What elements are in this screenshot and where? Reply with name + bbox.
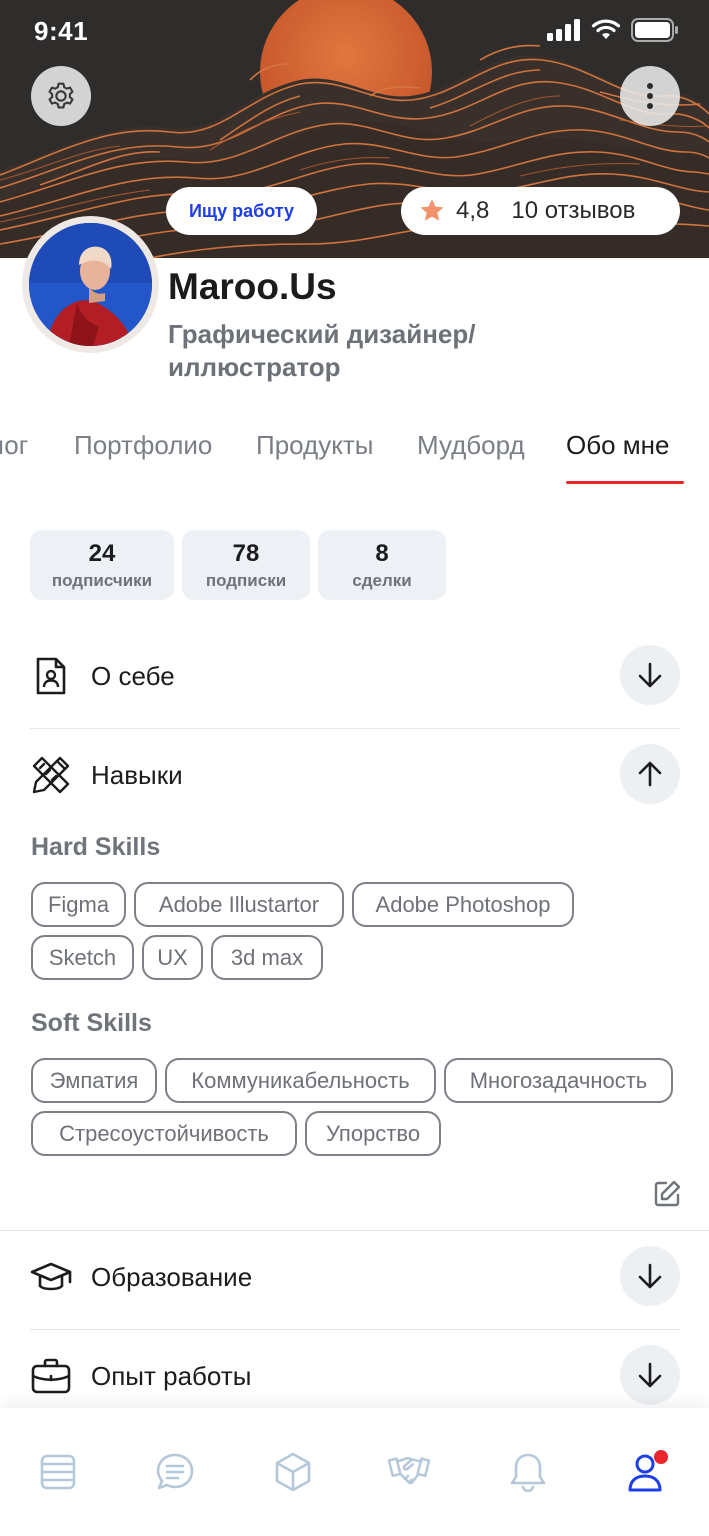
status-time: 9:41 [34, 16, 89, 46]
rating-value: 4,8 [456, 197, 490, 224]
nav-notifications[interactable] [506, 1450, 550, 1494]
arrow-down-icon [638, 1263, 662, 1289]
graduation-cap-icon [30, 1262, 72, 1291]
arrow-down-icon [638, 1362, 662, 1388]
expand-button[interactable] [620, 1246, 680, 1306]
profile-name: Maroo.Us [168, 266, 337, 307]
skill-chip[interactable]: Adobe Illustartor [134, 882, 344, 927]
profile-document-icon [36, 657, 66, 695]
skill-chip[interactable]: UX [142, 935, 203, 980]
gear-icon [48, 82, 74, 109]
chat-icon [156, 1453, 194, 1490]
expand-button[interactable] [620, 645, 680, 705]
arrow-up-icon [638, 761, 662, 787]
stat-label: подписки [205, 571, 287, 590]
section-title: О себе [91, 661, 175, 691]
job-status-badge[interactable]: Ищу работу [166, 187, 317, 235]
arrow-down-icon [638, 662, 662, 688]
cellular-signal-icon [547, 19, 580, 41]
skill-chip[interactable]: 3d max [211, 935, 323, 980]
soft-skills-title: Soft Skills [31, 1009, 152, 1037]
status-icons [547, 18, 679, 42]
vertical-dots-icon [647, 83, 653, 109]
stat-label: подписчики [51, 571, 153, 590]
skill-chip[interactable]: Упорство [305, 1111, 441, 1156]
section-about[interactable]: О себе [30, 645, 680, 707]
collapse-button[interactable] [620, 744, 680, 804]
active-tab-indicator [566, 481, 684, 484]
star-icon [420, 199, 444, 221]
pencil-ruler-icon [32, 756, 70, 794]
rating-pill[interactable]: 4,8 10 отзывов [401, 187, 680, 235]
edit-icon[interactable] [652, 1179, 682, 1209]
cube-icon [275, 1452, 311, 1492]
stat-followers[interactable]: 24 подписчики [30, 530, 174, 600]
skill-chip[interactable]: Figma [31, 882, 126, 927]
settings-button[interactable] [31, 66, 91, 126]
section-title: Навыки [91, 760, 183, 790]
section-title: Образование [91, 1262, 253, 1292]
skill-chip[interactable]: Коммуникабельность [165, 1058, 436, 1103]
skill-chip[interactable]: Sketch [31, 935, 134, 980]
tab-about[interactable]: Обо мне [566, 430, 670, 461]
bottom-navigation [0, 1408, 709, 1536]
stat-following[interactable]: 78 подписки [182, 530, 310, 600]
skill-chip[interactable]: Эмпатия [31, 1058, 157, 1103]
section-title: Опыт работы [91, 1361, 252, 1391]
profile-tabs: Блог Портфолио Продукты Мудборд Обо мне [0, 430, 709, 486]
briefcase-icon [31, 1358, 71, 1394]
skill-chip[interactable]: Многозадачность [444, 1058, 673, 1103]
section-skills[interactable]: Навыки [30, 744, 680, 806]
handshake-icon [387, 1456, 431, 1485]
section-experience[interactable]: Опыт работы [30, 1345, 680, 1407]
nav-feed[interactable] [36, 1450, 80, 1494]
wifi-icon [591, 19, 621, 39]
skill-chip[interactable]: Adobe Photoshop [352, 882, 574, 927]
expand-button[interactable] [620, 1345, 680, 1405]
battery-icon [631, 18, 678, 42]
more-options-button[interactable] [620, 66, 680, 126]
skill-chip[interactable]: Стресоустойчивость [31, 1111, 297, 1156]
bell-icon [510, 1453, 546, 1493]
stat-value: 24 [88, 540, 116, 567]
section-education[interactable]: Образование [30, 1246, 680, 1308]
avatar-photo [29, 223, 152, 346]
nav-products[interactable] [271, 1450, 315, 1494]
tab-products[interactable]: Продукты [256, 430, 373, 461]
tab-moodboard[interactable]: Мудборд [417, 430, 525, 461]
section-divider [30, 1329, 680, 1330]
notification-badge [654, 1450, 668, 1464]
hard-skills-title: Hard Skills [31, 833, 161, 861]
stat-deals[interactable]: 8 сделки [318, 530, 446, 600]
stat-value: 8 [375, 540, 389, 567]
stat-value: 78 [232, 540, 260, 567]
list-icon [40, 1454, 76, 1490]
stat-label: сделки [352, 571, 412, 590]
nav-deals[interactable] [387, 1450, 431, 1494]
reviews-count: 10 отзывов [511, 197, 636, 224]
section-divider [30, 728, 680, 729]
avatar[interactable] [22, 216, 159, 353]
profile-role: Графический дизайнер/ иллюстратор [168, 319, 476, 382]
tab-portfolio[interactable]: Портфолио [74, 430, 212, 461]
nav-messages[interactable] [153, 1450, 197, 1494]
section-divider [0, 1230, 709, 1231]
status-bar: 9:41 [0, 0, 709, 62]
tab-blog[interactable]: Блог [0, 430, 28, 461]
